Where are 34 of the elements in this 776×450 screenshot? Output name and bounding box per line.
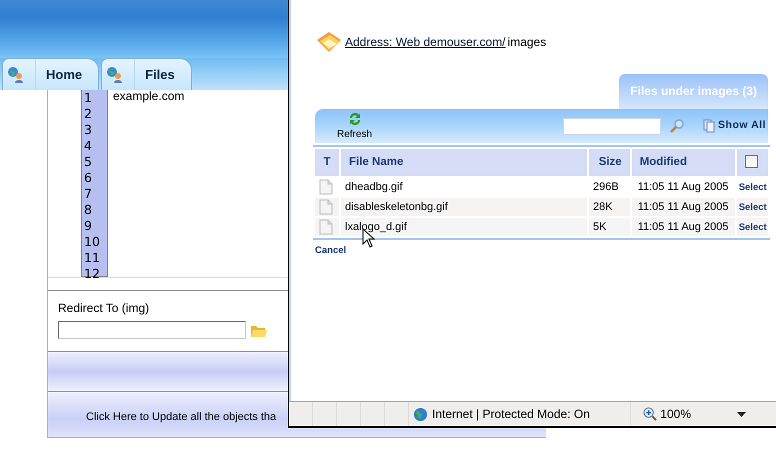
documents-icon [703, 119, 716, 133]
nav-tab[interactable]: Files [101, 58, 192, 90]
zoom-icon [643, 406, 658, 422]
globe-icon [413, 406, 428, 422]
people-icon [106, 66, 124, 84]
line-number-gutter: 1 2 3 4 5 6 7 8 9 10 11 12 [81, 90, 108, 277]
file-size: 28K [589, 198, 630, 216]
column-header: T [315, 149, 340, 176]
search-icon[interactable] [669, 118, 686, 134]
redirect-input-field[interactable] [58, 321, 246, 339]
update-link[interactable]: Click Here to Update all the objects tha [86, 411, 276, 423]
nav-tab[interactable]: Home [2, 58, 100, 90]
security-zone: Internet | Protected Mode: On [432, 406, 590, 423]
column-header: Size [589, 149, 630, 176]
file-name: lxalogo_d.gif [341, 218, 588, 236]
editor-text: example.com [112, 90, 184, 105]
modified-date: 11:05 11 Aug 2005 [632, 198, 735, 216]
zoom-control[interactable]: 100% [630, 402, 776, 426]
cancel-link[interactable]: Cancel [315, 244, 346, 258]
file-size: 5K [589, 218, 630, 236]
modified-date: 11:05 11 Aug 2005 [632, 218, 735, 236]
select-link[interactable]: Select [738, 182, 767, 193]
refresh-button[interactable]: Refresh [337, 110, 372, 142]
caret-icon[interactable] [737, 412, 746, 416]
search-field[interactable] [563, 118, 662, 134]
address-path: images [508, 34, 546, 51]
address-link[interactable]: Address: Web demouser.com/ [345, 33, 506, 51]
file-name: disableskeletonbg.gif [341, 198, 588, 216]
field-label: Redirect To (img) [58, 300, 150, 317]
people-icon [7, 66, 25, 84]
show-all-button[interactable]: Show All [701, 118, 768, 134]
column-header: File Name [341, 149, 588, 176]
select-all-checkbox[interactable] [744, 155, 758, 168]
column-header: Modified [632, 149, 735, 176]
